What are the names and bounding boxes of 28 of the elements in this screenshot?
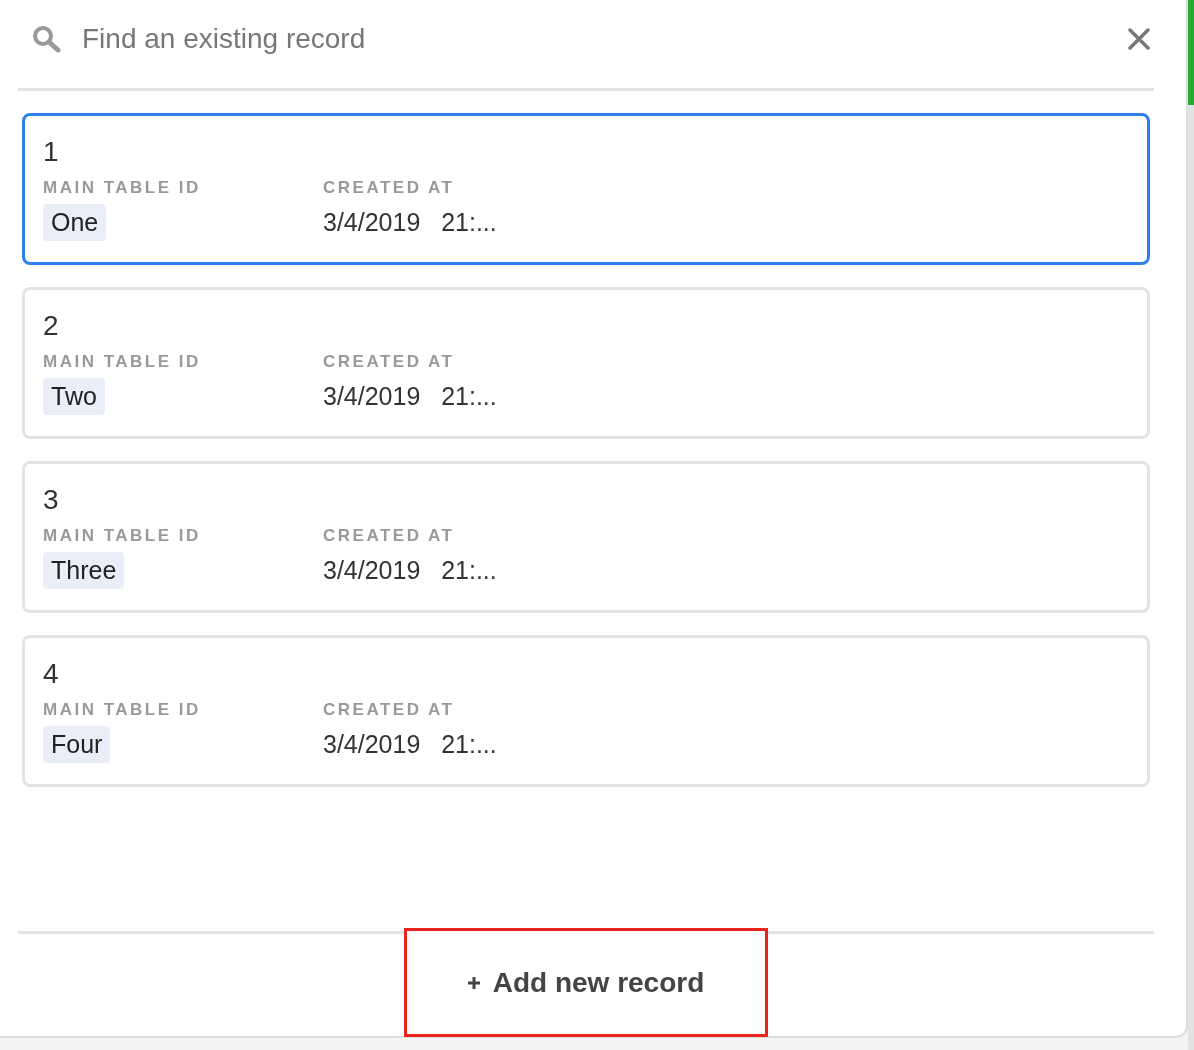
field-label: MAIN TABLE ID [43,352,201,372]
record-title: 2 [43,310,60,343]
field-label: CREATED AT [323,178,455,198]
record-title: 1 [43,136,60,169]
record-card[interactable]: 2 MAIN TABLE ID Two CREATED AT 3/4/2019 21:... [22,287,1150,439]
search-field[interactable]: Find an existing record [82,23,1104,55]
field-label: MAIN TABLE ID [43,526,201,546]
record-title: 3 [43,484,60,517]
record-tag: Two [43,378,105,415]
record-title: 4 [43,658,60,691]
field-value: 3/4/2019 21:... [323,207,497,238]
field-value: 3/4/2019 21:... [323,555,497,586]
field-label: CREATED AT [323,352,455,372]
record-card[interactable]: 3 MAIN TABLE ID Three CREATED AT 3/4/2019 21:... [22,461,1150,613]
field-label: MAIN TABLE ID [43,178,201,198]
field-value: 3/4/2019 21:... [323,729,497,760]
field-label: CREATED AT [323,700,455,720]
add-record-button[interactable]: Add new record [403,928,768,1037]
search-icon [32,25,62,53]
record-tag: Four [43,726,111,763]
record-card[interactable]: 4 MAIN TABLE ID Four CREATED AT 3/4/2019 21:... [22,635,1150,787]
field-value: 3/4/2019 21:... [323,381,497,412]
record-tag: One [43,204,107,241]
plus-icon [466,975,481,990]
record-tag: Three [43,552,125,589]
record-card[interactable]: 1 MAIN TABLE ID One CREATED AT 3/4/2019 21:... [22,113,1150,265]
field-label: CREATED AT [323,526,455,546]
field-label: MAIN TABLE ID [43,700,201,720]
